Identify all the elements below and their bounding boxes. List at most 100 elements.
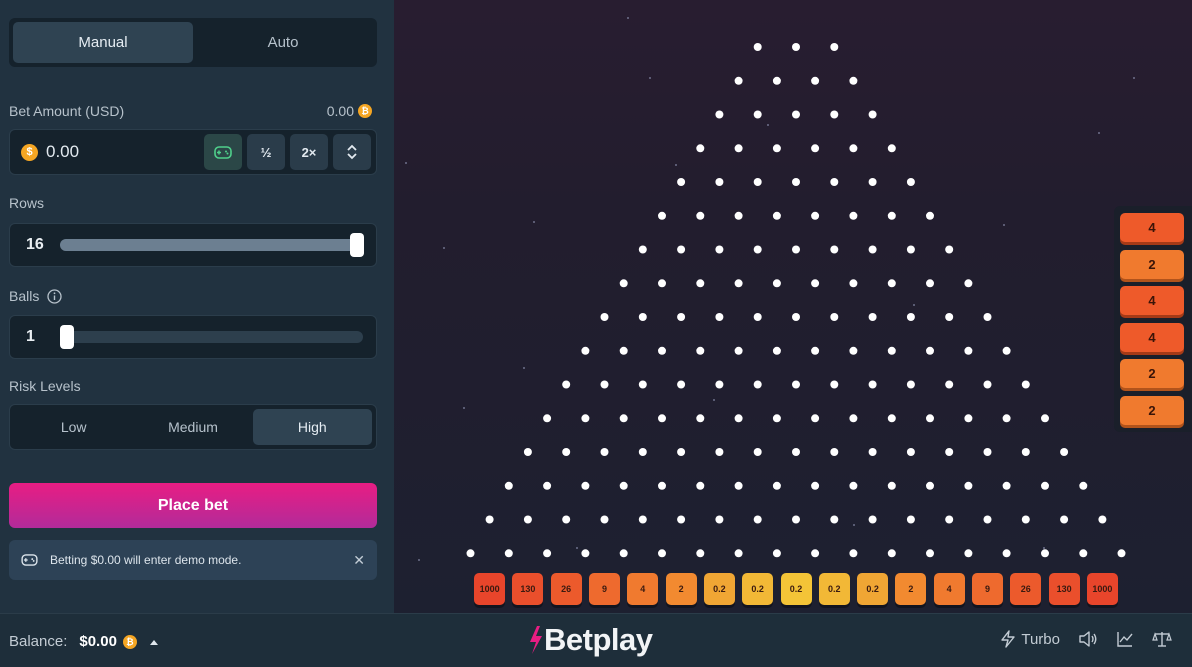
balls-slider[interactable]: 1 [9, 315, 377, 359]
risk-option-high[interactable]: High [252, 409, 372, 445]
peg [849, 549, 858, 558]
peg [696, 279, 705, 288]
peg [849, 76, 858, 85]
peg [945, 313, 954, 321]
peg [868, 110, 877, 119]
turbo-toggle[interactable]: Turbo [1000, 630, 1060, 648]
half-bet-button[interactable]: ½ [247, 134, 285, 170]
star-dot [713, 399, 715, 401]
close-icon[interactable]: ✕ [353, 552, 365, 569]
peg [1117, 549, 1126, 558]
peg [619, 279, 628, 288]
peg [792, 43, 800, 51]
peg [543, 414, 552, 423]
star-dot [443, 247, 445, 249]
multiplier-bucket: 4 [627, 573, 659, 605]
bet-crypto-amount: 0.00 ₿ [327, 103, 372, 119]
sound-icon[interactable] [1078, 630, 1098, 648]
peg [619, 481, 628, 490]
caret-up-icon[interactable] [149, 638, 159, 646]
peg [638, 313, 647, 321]
peg [1079, 481, 1088, 490]
peg [715, 380, 724, 389]
peg [830, 515, 839, 524]
peg [811, 144, 820, 153]
peg [868, 178, 877, 186]
peg [1060, 515, 1069, 524]
stats-chart-icon[interactable] [1116, 630, 1134, 648]
star-dot [523, 367, 525, 369]
peg [658, 279, 666, 288]
peg [887, 279, 896, 288]
brand-name: Betplay [544, 622, 653, 657]
tab-manual[interactable]: Manual [13, 22, 193, 63]
peg [811, 481, 820, 490]
peg [964, 346, 973, 355]
peg [753, 380, 762, 389]
peg [945, 448, 954, 456]
balls-label-row: Balls [9, 288, 63, 304]
peg [523, 448, 532, 456]
peg [696, 346, 705, 355]
rows-track[interactable] [60, 233, 364, 257]
rows-slider-handle[interactable] [350, 233, 364, 257]
peg [868, 313, 877, 321]
tab-auto[interactable]: Auto [193, 22, 373, 63]
risk-option-medium[interactable]: Medium [133, 409, 252, 445]
peg [945, 380, 954, 389]
adjust-bet-button[interactable] [333, 134, 371, 170]
peg [849, 144, 858, 153]
lightning-icon [1001, 630, 1016, 648]
risk-option-low[interactable]: Low [14, 409, 133, 445]
peg [772, 144, 781, 153]
balls-track[interactable] [60, 325, 363, 349]
bet-amount-field[interactable]: $ 0.00 ½ 2× [9, 129, 377, 175]
peg [753, 313, 762, 321]
place-bet-button[interactable]: Place bet [9, 483, 377, 528]
fairness-scale-icon[interactable] [1152, 630, 1172, 648]
peg [658, 346, 666, 355]
balls-slider-handle[interactable] [60, 325, 74, 349]
peg [696, 144, 705, 153]
star-dot [533, 221, 535, 223]
peg [792, 380, 800, 389]
bitcoin-icon: ₿ [122, 634, 137, 649]
peg [772, 414, 781, 423]
demo-mode-notice: Betting $0.00 will enter demo mode. ✕ [9, 540, 377, 580]
recent-results-panel: 4 2 4 4 2 2 [1114, 206, 1192, 432]
double-bet-button[interactable]: 2× [290, 134, 328, 170]
peg [849, 414, 858, 423]
peg [868, 245, 877, 254]
recent-result: 4 [1120, 286, 1184, 315]
peg [926, 211, 934, 220]
rows-slider[interactable]: 16 [9, 223, 377, 267]
peg [523, 515, 532, 524]
peg-field [405, 17, 1135, 561]
peg [887, 549, 896, 558]
star-dot [1098, 132, 1100, 134]
peg [562, 515, 571, 524]
bet-amount-input[interactable]: 0.00 [46, 142, 204, 162]
gamepad-icon [21, 554, 38, 566]
peg [906, 178, 915, 186]
demo-mode-button[interactable] [204, 134, 242, 170]
peg [504, 481, 513, 490]
recent-result: 2 [1120, 395, 1184, 425]
recent-result: 4 [1120, 213, 1184, 242]
peg [772, 279, 781, 288]
star-dot [913, 304, 915, 306]
peg [562, 380, 571, 389]
peg [677, 515, 686, 524]
star-dot [649, 77, 651, 79]
peg [983, 515, 992, 524]
info-icon[interactable] [47, 288, 63, 304]
multiplier-bucket: 130 [1048, 573, 1080, 605]
balance-label: Balance: [9, 633, 68, 650]
peg [1021, 380, 1030, 389]
peg [1021, 515, 1030, 524]
star-dot [1133, 77, 1135, 79]
balance-display[interactable]: Balance: $0.00 ₿ [9, 633, 159, 650]
peg [734, 211, 743, 220]
peg [677, 245, 686, 254]
multiplier-bucket: 26 [550, 573, 582, 605]
